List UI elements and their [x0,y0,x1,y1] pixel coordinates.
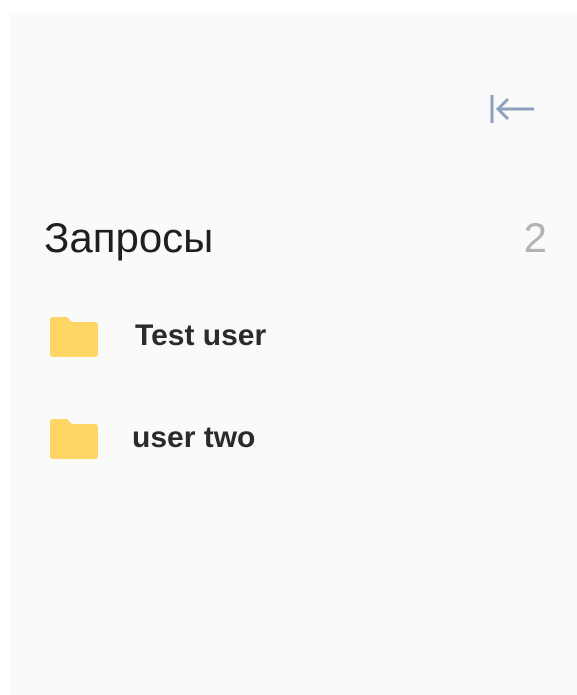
folder-item-test-user[interactable]: Test user [9,302,577,362]
folder-icon [50,419,98,459]
section-count-badge: 2 [523,214,547,261]
folder-label: Test user [135,319,267,352]
collapse-sidebar-button[interactable] [487,84,537,134]
section-title: Запросы [44,214,214,261]
folder-icon [50,317,98,357]
folder-label: user two [132,421,256,454]
folder-item-user-two[interactable]: user two [9,404,577,464]
sidebar-panel: Запросы 2 Test user user two [9,12,577,695]
section-header: Запросы 2 [44,208,547,268]
collapse-left-icon [490,95,534,123]
